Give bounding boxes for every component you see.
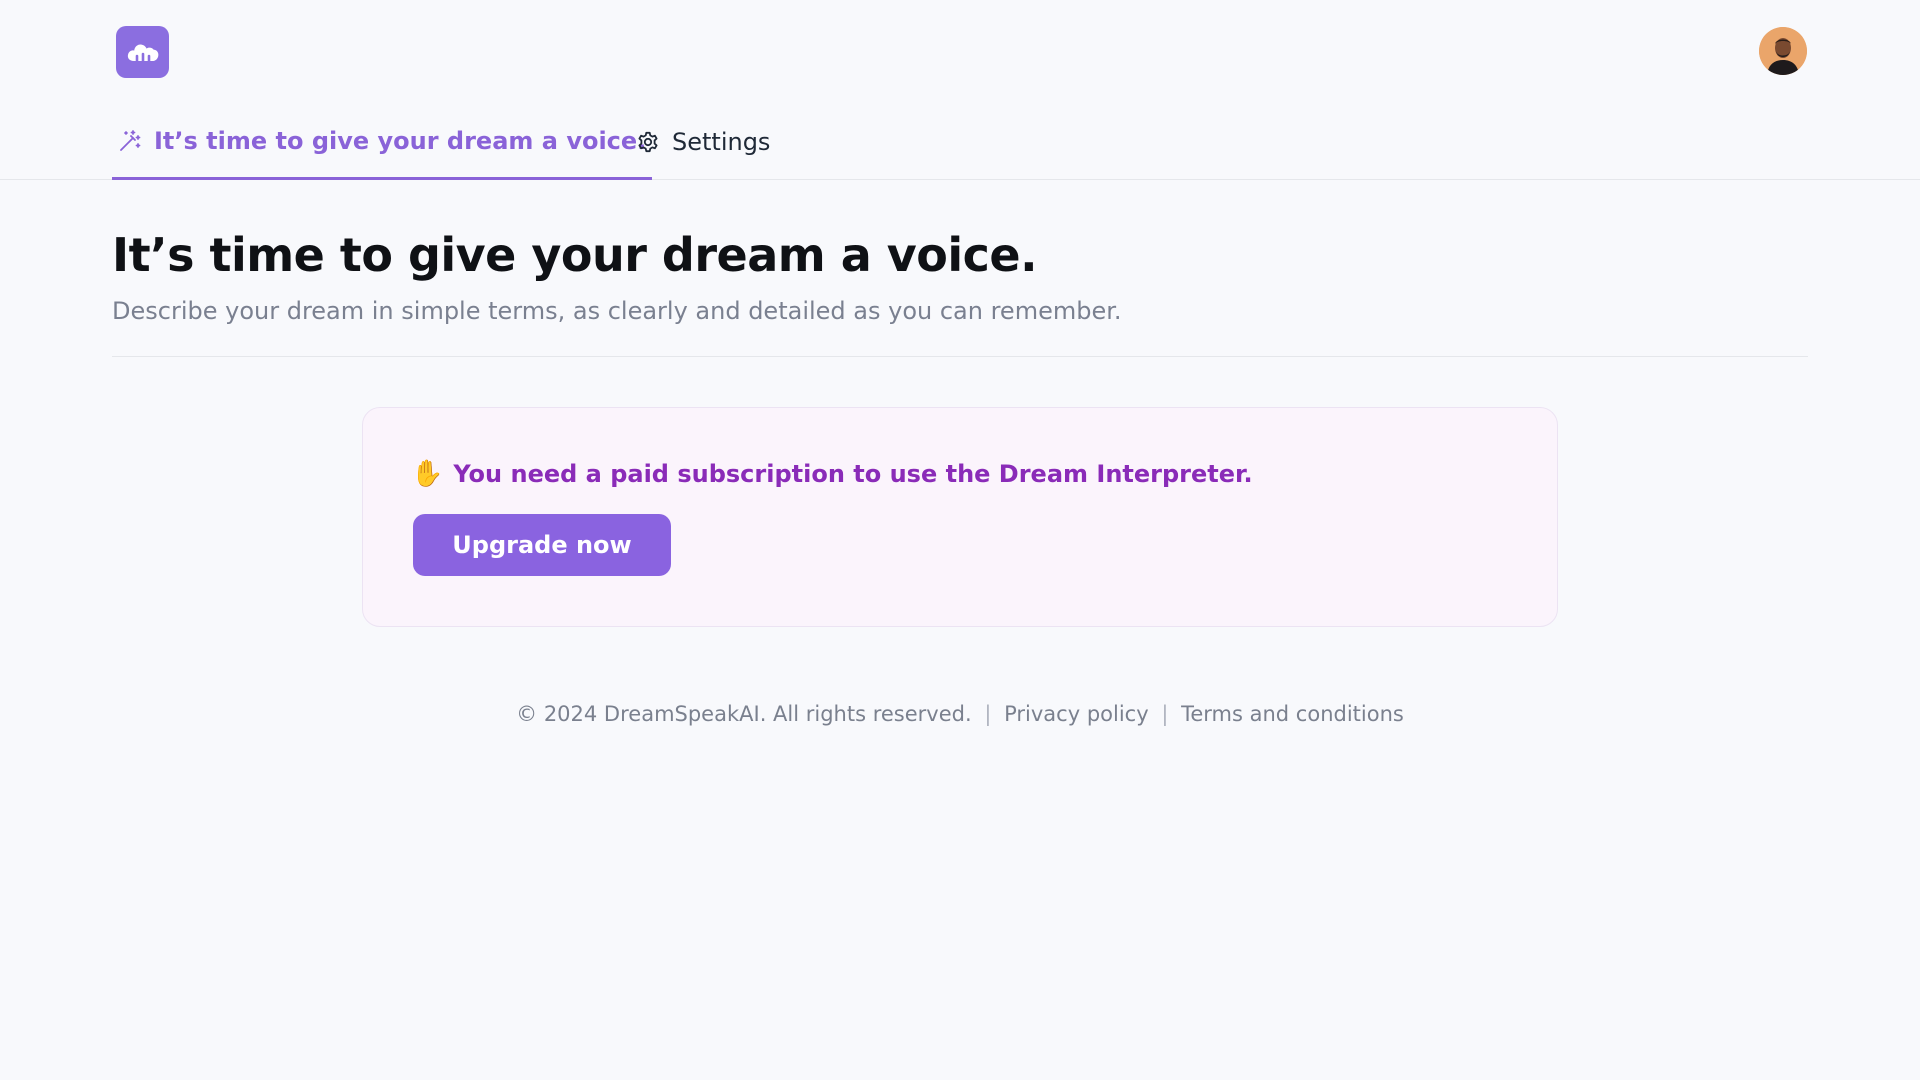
upgrade-now-button[interactable]: Upgrade now xyxy=(413,514,671,576)
subscription-card: ✋ You need a paid subscription to use th… xyxy=(362,407,1558,627)
raised-hand-icon: ✋ xyxy=(411,459,444,489)
tab-dream-voice[interactable]: It’s time to give your dream a voice. xyxy=(112,104,653,180)
magic-wand-icon xyxy=(118,129,142,153)
cloud-icon xyxy=(127,44,158,63)
tab-settings[interactable]: Settings xyxy=(636,104,770,180)
app-logo[interactable] xyxy=(116,26,169,78)
top-bar xyxy=(0,0,1920,104)
user-avatar-icon xyxy=(1759,27,1807,75)
tab-bar: It’s time to give your dream a voice. Se… xyxy=(0,104,1920,180)
subscription-message-text: You need a paid subscription to use the … xyxy=(453,460,1253,488)
user-avatar[interactable] xyxy=(1759,27,1807,75)
tab-dream-voice-label: It’s time to give your dream a voice. xyxy=(154,126,647,155)
tab-settings-label: Settings xyxy=(672,128,771,156)
privacy-policy-link[interactable]: Privacy policy xyxy=(1004,702,1149,726)
terms-link[interactable]: Terms and conditions xyxy=(1181,702,1404,726)
subscription-message: ✋ You need a paid subscription to use th… xyxy=(411,460,1253,488)
footer: © 2024 DreamSpeakAI. All rights reserved… xyxy=(0,702,1920,726)
footer-copyright: © 2024 DreamSpeakAI. All rights reserved… xyxy=(516,702,972,726)
page: It’s time to give your dream a voice. Se… xyxy=(0,0,1920,1080)
section-divider xyxy=(112,356,1808,357)
footer-separator: | xyxy=(1161,702,1169,726)
page-title: It’s time to give your dream a voice. xyxy=(112,228,1038,282)
gear-icon xyxy=(636,130,660,154)
page-subtitle: Describe your dream in simple terms, as … xyxy=(112,297,1122,325)
footer-separator: | xyxy=(984,702,992,726)
